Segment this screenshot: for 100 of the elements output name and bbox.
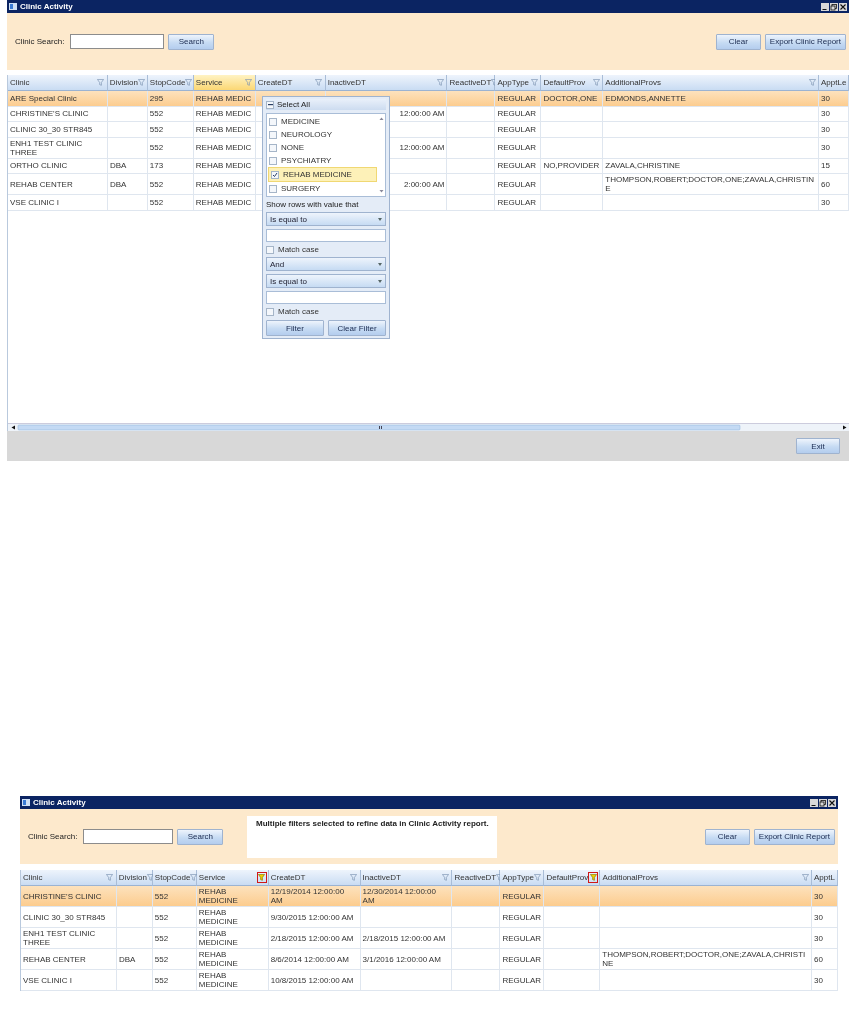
table-cell: CLINIC 30_30 STR845	[10, 124, 93, 134]
filter-icon[interactable]	[589, 873, 598, 882]
search-button[interactable]: Search	[177, 828, 224, 845]
column-header[interactable]: InactiveDT	[325, 75, 448, 91]
table-cell-text: REHAB MEDICINE	[198, 929, 239, 947]
checkbox[interactable]	[269, 156, 277, 165]
table-cell: DBA	[118, 954, 136, 964]
table-cell: 60	[821, 179, 830, 189]
search-field[interactable]	[83, 829, 174, 844]
table-cell: REHAB MEDIC	[195, 143, 252, 152]
table-cell: CLINIC 30_30 STR845	[23, 912, 106, 922]
close-icon[interactable]	[828, 798, 836, 807]
column-header[interactable]: AppType	[495, 75, 542, 91]
search-button[interactable]: Search	[168, 33, 215, 50]
column-header[interactable]: AppType	[500, 870, 545, 886]
column-header[interactable]: ApptLe	[819, 75, 849, 91]
table-row[interactable]: ENH1 TEST CLINIC THREE 552 REHAB MEDICINE 2/18/2015 12:00:00 AM 2/18/2015 12:00:00 AM REGULAR 30	[21, 928, 838, 949]
column-header[interactable]: StopCode	[147, 75, 194, 91]
column-header[interactable]: Service	[196, 870, 269, 886]
table-cell-text: ENH1 TEST CLINIC THREE	[23, 929, 97, 947]
filter-icon[interactable]	[146, 873, 154, 882]
column-header[interactable]: CreateDT	[268, 870, 361, 886]
table-cell: REHAB MEDIC	[195, 197, 252, 207]
column-header[interactable]: AdditionalProvs	[603, 75, 819, 91]
table-cell: REHAB MEDIC	[195, 179, 252, 189]
checkbox[interactable]	[271, 170, 279, 179]
column-header[interactable]: AdditionalProvs	[600, 870, 813, 886]
column-header[interactable]: ApptL	[812, 870, 838, 886]
restore-icon[interactable]	[819, 798, 827, 807]
table-cell-text: ENH1 TEST CLINIC THREE	[10, 138, 84, 157]
table-row[interactable]: CHRISTINE'S CLINIC 552 REHAB MEDICINE 12/19/2014 12:00:00 AM 12/30/2014 12:00:00 AM REGULAR 30	[21, 886, 838, 907]
table-cell: 2:00:00 AM	[404, 179, 445, 189]
checkbox[interactable]	[266, 100, 274, 109]
filter-value-field[interactable]	[266, 229, 386, 242]
checkbox[interactable]	[269, 130, 277, 139]
table-cell: 12:00:00 AM	[399, 109, 445, 119]
table-row[interactable]: VSE CLINIC I 552 REHAB MEDICINE 10/8/2015 12:00:00 AM REGULAR 30	[21, 970, 838, 991]
checkbox[interactable]	[269, 143, 277, 152]
table-cell: 552	[154, 954, 169, 964]
column-header[interactable]: Division	[116, 870, 153, 886]
table-cell: 30	[821, 124, 830, 134]
search-label: Clinic Search:	[28, 832, 78, 841]
table-cell-text: THOMPSON,ROBERT;DOCTOR,ONE;ZAVALA,CHRISTINE	[605, 175, 816, 193]
filter-icon[interactable]	[137, 78, 145, 87]
table-cell: REGULAR	[502, 891, 542, 901]
operator-dropdown[interactable]: Is equal to	[266, 212, 386, 226]
table-cell: REGULAR	[497, 124, 537, 134]
clear-button[interactable]: Clear	[704, 828, 750, 845]
filter-value-field[interactable]	[266, 291, 386, 304]
table-cell: 552	[149, 179, 164, 189]
column-header[interactable]: Clinic	[21, 870, 117, 886]
table-row[interactable]: CLINIC 30_30 STR845 552 REHAB MEDICINE 9/30/2015 12:00:00 AM REGULAR 30	[21, 907, 838, 928]
match-case-label[interactable]: Match case	[278, 245, 319, 254]
export-button[interactable]: Export Clinic Report	[753, 828, 835, 845]
column-header[interactable]: ReactiveDT	[447, 75, 496, 91]
column-header[interactable]: Clinic	[8, 75, 108, 91]
column-header[interactable]: Service	[193, 75, 256, 91]
operator-dropdown[interactable]: Is equal to	[266, 274, 386, 288]
value-item[interactable]: SURGERY	[267, 182, 378, 195]
table-cell: 8/6/2014 12:00:00 AM	[270, 954, 349, 964]
table-cell: REGULAR	[502, 954, 542, 964]
checkbox[interactable]	[269, 117, 277, 126]
clear-filter-button[interactable]: Clear Filter	[328, 320, 386, 336]
table-cell-text: 12/19/2014 12:00:00 AM	[270, 887, 346, 905]
logic-dropdown[interactable]: And	[266, 257, 386, 271]
table-row[interactable]: REHAB CENTER DBA 552 REHAB MEDICINE 8/6/2014 12:00:00 AM 3/1/2016 12:00:00 AM REGULAR THOMPSON,ROBERT;DOCTOR,ONE;ZAVALA,CHRISTINE 60	[21, 949, 838, 970]
table-cell: VSE CLINIC I	[10, 197, 59, 207]
match-case-label[interactable]: Match case	[278, 307, 319, 316]
value-item[interactable]: REHAB MEDICINE	[268, 167, 377, 182]
table-cell: REGULAR	[502, 912, 542, 922]
filter-button[interactable]: Filter	[266, 320, 324, 336]
column-header[interactable]: StopCode	[152, 870, 197, 886]
table-cell: REHAB CENTER	[10, 179, 73, 189]
export-button[interactable]: Export Clinic Report	[764, 33, 846, 50]
restore-icon[interactable]	[830, 2, 838, 11]
table-cell: REGULAR	[497, 93, 537, 103]
clear-button[interactable]: Clear	[715, 33, 761, 50]
column-header[interactable]: ReactiveDT	[452, 870, 501, 886]
column-header[interactable]: DefaultProv	[541, 75, 604, 91]
column-header[interactable]: DefaultProv	[544, 870, 601, 886]
table-cell: 552	[149, 124, 164, 134]
value-item[interactable]: NONE	[267, 141, 378, 154]
column-header[interactable]: Division	[107, 75, 148, 91]
filter-prompt: Show rows with value that	[266, 200, 360, 209]
scrollbar[interactable]	[378, 115, 385, 195]
exit-button[interactable]: Exit	[796, 438, 840, 454]
table-cell: 552	[154, 891, 169, 901]
caret-icon	[378, 217, 382, 221]
close-icon[interactable]	[839, 2, 847, 11]
table-cell-text: REHAB MEDICINE	[198, 950, 239, 968]
table-cell: DBA	[109, 161, 127, 171]
table-cell: 552	[149, 197, 164, 207]
filter-icon[interactable]	[257, 873, 266, 882]
checkbox[interactable]	[266, 307, 274, 316]
checkbox[interactable]	[269, 184, 277, 193]
table-cell: 30	[821, 143, 830, 152]
checkbox[interactable]	[266, 245, 274, 254]
search-field[interactable]	[70, 34, 165, 49]
column-header[interactable]: CreateDT	[255, 75, 326, 91]
column-header[interactable]: InactiveDT	[360, 870, 453, 886]
